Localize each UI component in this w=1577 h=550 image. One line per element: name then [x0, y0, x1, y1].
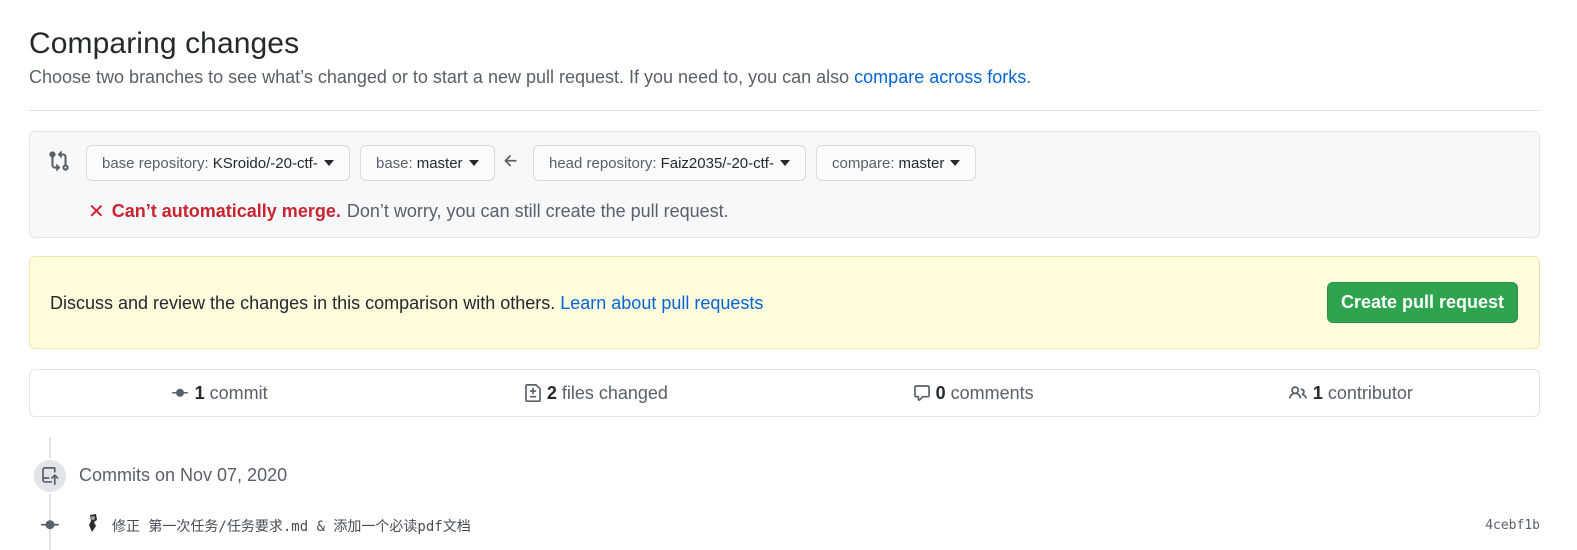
pull-request-flash: Discuss and review the changes in this c… [29, 256, 1540, 349]
files-label: files changed [561, 382, 668, 403]
flash-text: Discuss and review the changes in this c… [50, 293, 561, 313]
head-repository-select[interactable]: head repository: Faiz2035/-20-ctf- [533, 145, 806, 181]
commits-count: 1 [194, 382, 205, 403]
x-icon: ✕ [88, 201, 105, 223]
merge-note-text: Don’t worry, you can still create the pu… [346, 201, 729, 221]
page-subtitle: Choose two branches to see what’s change… [29, 67, 1031, 88]
avatar[interactable] [83, 512, 103, 534]
stat-contributors[interactable]: 1 contributor [1162, 370, 1539, 416]
commit-message-link[interactable]: 修正 第一次任务/任务要求.md & 添加一个必读pdf文档 [112, 516, 471, 536]
flash-message: Discuss and review the changes in this c… [50, 293, 763, 314]
git-commit-icon [171, 388, 188, 397]
comment-icon [913, 385, 930, 401]
comparison-stats: 1 commit 2 files changed 0 comments 1 contri… [29, 369, 1540, 417]
compare-branch-label: compare: [832, 154, 895, 172]
contributors-count: 1 [1312, 382, 1323, 403]
compare-branch-value: master [898, 154, 945, 172]
range-editor: base repository: KSroido/-20-ctf- base: ma… [29, 131, 1540, 238]
merge-status: ✕ Can’t automatically merge. Don’t worry, … [88, 199, 729, 224]
repo-push-icon [32, 458, 68, 494]
divider [29, 110, 1540, 111]
create-pull-request-button[interactable]: Create pull request [1327, 282, 1518, 323]
base-repository-select[interactable]: base repository: KSroido/-20-ctf- [86, 145, 350, 181]
chevron-down-icon [468, 160, 479, 166]
base-repository-value: KSroido/-20-ctf- [212, 154, 318, 172]
base-branch-select[interactable]: base: master [360, 145, 495, 181]
commits-group-title: Commits on Nov 07, 2020 [79, 465, 288, 485]
files-count: 2 [546, 382, 557, 403]
base-repository-label: base repository: [102, 154, 209, 172]
compare-branch-select[interactable]: compare: master [816, 145, 977, 181]
commits-label: commit [209, 382, 268, 403]
chevron-down-icon [950, 160, 961, 166]
comments-count: 0 [935, 382, 946, 403]
git-compare-icon [49, 150, 69, 172]
merge-error-text: Can’t automatically merge. [111, 201, 341, 221]
page-title: Comparing changes [29, 27, 300, 60]
base-branch-label: base: [376, 154, 413, 172]
head-repository-value: Faiz2035/-20-ctf- [660, 154, 774, 172]
arrow-left-icon [504, 155, 517, 167]
compare-forks-link[interactable]: compare across forks [854, 67, 1026, 87]
subtitle-text: Choose two branches to see what’s change… [29, 67, 855, 87]
people-icon [1288, 386, 1307, 399]
head-repository-label: head repository: [549, 154, 657, 172]
stat-files-changed[interactable]: 2 files changed [407, 370, 784, 416]
commit-sha-link[interactable]: 4cebf1b [1485, 518, 1540, 533]
learn-pull-requests-link[interactable]: Learn about pull requests [560, 293, 763, 313]
subtitle-end: . [1026, 67, 1032, 87]
stat-commits[interactable]: 1 commit [30, 370, 407, 416]
stat-comments[interactable]: 0 comments [785, 370, 1162, 416]
chevron-down-icon [323, 160, 334, 166]
file-diff-icon [524, 384, 541, 402]
base-branch-value: master [416, 154, 463, 172]
chevron-down-icon [779, 160, 790, 166]
contributors-label: contributor [1327, 382, 1413, 403]
git-commit-icon [41, 520, 59, 530]
comments-label: comments [950, 382, 1034, 403]
